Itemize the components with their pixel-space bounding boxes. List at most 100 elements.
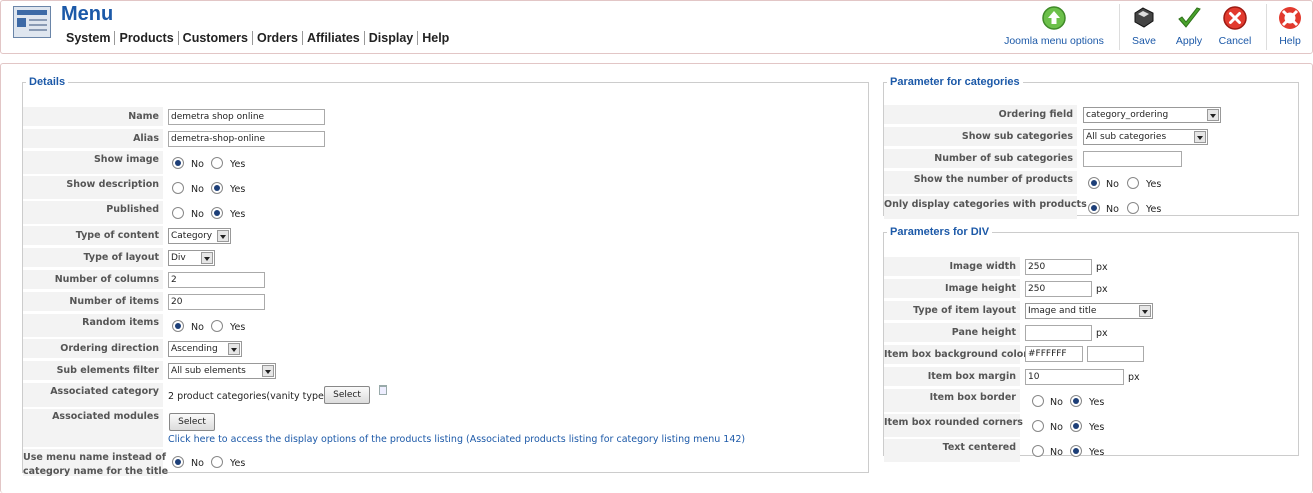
nav-products[interactable]: Products — [117, 31, 179, 45]
image-width-input[interactable]: 250 — [1025, 259, 1092, 275]
number-of-sub-categories-input[interactable] — [1083, 151, 1182, 167]
nav-display[interactable]: Display — [367, 31, 419, 45]
show-number-of-products-yes-radio[interactable] — [1127, 177, 1139, 189]
select-category-button[interactable]: Select — [324, 386, 370, 404]
associated-category-text: 2 product categories(vanity type) — [168, 391, 328, 402]
random-items-yes-label: Yes — [230, 322, 246, 333]
random-items-no-radio[interactable] — [172, 320, 184, 332]
chevron-down-icon — [228, 343, 240, 355]
show-image-no-radio[interactable] — [172, 157, 184, 169]
page-title: Menu — [61, 3, 114, 25]
published-row: Published No Yes — [23, 201, 863, 225]
show-sub-categories-select[interactable]: All sub categories — [1083, 129, 1208, 145]
item-box-margin-row: Item box margin 10 px — [884, 367, 1294, 387]
nav-system[interactable]: System — [64, 31, 116, 45]
item-box-border-no-radio[interactable] — [1032, 395, 1044, 407]
show-number-of-products-row: Show the number of products No Yes — [884, 171, 1294, 195]
joomla-menu-options-button[interactable]: Joomla menu options — [1001, 5, 1107, 47]
pane-height-unit: px — [1096, 328, 1108, 339]
item-box-bg-label: Item box background color — [884, 345, 1028, 365]
type-of-content-select[interactable]: Category — [168, 228, 231, 244]
associated-category-label: Associated category — [23, 383, 163, 408]
toolbar-header: Menu System Products Customers Orders Af… — [0, 0, 1313, 54]
apply-label: Apply — [1175, 35, 1203, 47]
number-of-sub-categories-label: Number of sub categories — [884, 149, 1077, 169]
trash-icon[interactable] — [379, 385, 387, 395]
pane-height-input[interactable] — [1025, 325, 1092, 341]
show-image-no-label: No — [191, 159, 204, 170]
show-number-of-products-no-radio[interactable] — [1088, 177, 1100, 189]
text-centered-no-radio[interactable] — [1032, 445, 1044, 457]
alias-input[interactable]: demetra-shop-online — [168, 131, 325, 147]
help-button[interactable]: Help — [1274, 5, 1306, 47]
chevron-down-icon — [1207, 109, 1219, 121]
number-of-columns-input[interactable]: 2 — [168, 272, 265, 288]
image-height-input[interactable]: 250 — [1025, 281, 1092, 297]
image-width-label: Image width — [884, 257, 1020, 277]
show-description-yes-radio[interactable] — [211, 182, 223, 194]
ordering-direction-select[interactable]: Ascending — [168, 341, 242, 357]
item-box-margin-label: Item box margin — [884, 367, 1020, 387]
number-of-columns-label: Number of columns — [23, 270, 163, 290]
cancel-button[interactable]: Cancel — [1215, 5, 1255, 47]
item-box-rounded-no-radio[interactable] — [1032, 420, 1044, 432]
image-width-unit: px — [1096, 262, 1108, 273]
type-of-layout-row: Type of layout Div — [23, 248, 863, 268]
published-no-radio[interactable] — [172, 207, 184, 219]
item-box-margin-input[interactable]: 10 — [1025, 369, 1124, 385]
select-modules-button[interactable]: Select — [169, 413, 215, 431]
apply-icon — [1178, 7, 1201, 28]
item-box-bg-color-picker[interactable] — [1087, 346, 1144, 362]
use-menu-name-yes-radio[interactable] — [211, 456, 223, 468]
only-display-with-products-label: Only display categories with products — [884, 196, 1087, 220]
name-input[interactable]: demetra shop online — [168, 109, 325, 125]
use-menu-name-no-radio[interactable] — [172, 456, 184, 468]
show-number-of-products-no-label: No — [1106, 179, 1119, 190]
item-box-border-yes-label: Yes — [1089, 397, 1105, 408]
use-menu-name-row: Use menu name instead of category name f… — [23, 449, 863, 477]
type-of-item-layout-select[interactable]: Image and title — [1025, 303, 1153, 319]
only-display-with-products-row: Only display categories with products No… — [884, 196, 1294, 220]
details-fieldset: Details Name demetra shop online Alias d… — [22, 76, 869, 477]
item-box-border-yes-radio[interactable] — [1070, 395, 1082, 407]
menu-manager-icon — [13, 6, 51, 38]
ordering-field-select[interactable]: category_ordering — [1083, 107, 1221, 123]
display-options-link[interactable]: Click here to access the display options… — [168, 434, 745, 445]
show-description-yes-label: Yes — [230, 184, 246, 195]
associated-modules-label: Associated modules — [23, 409, 163, 448]
use-menu-name-label-line-2: category name for the title — [23, 466, 169, 477]
type-of-content-label: Type of content — [23, 226, 163, 246]
main-nav: System Products Customers Orders Affilia… — [64, 31, 455, 45]
number-of-items-input[interactable]: 20 — [168, 294, 265, 310]
random-items-yes-radio[interactable] — [211, 320, 223, 332]
only-display-with-products-no-radio[interactable] — [1088, 202, 1100, 214]
alias-label: Alias — [23, 129, 163, 149]
image-height-row: Image height 250 px — [884, 279, 1294, 299]
published-yes-radio[interactable] — [211, 207, 223, 219]
apply-button[interactable]: Apply — [1171, 5, 1207, 47]
type-of-layout-select[interactable]: Div — [168, 250, 215, 266]
show-image-yes-radio[interactable] — [211, 157, 223, 169]
nav-help[interactable]: Help — [420, 31, 453, 45]
item-box-rounded-no-label: No — [1050, 422, 1063, 433]
show-description-label: Show description — [23, 176, 163, 200]
options-label: Joomla menu options — [1004, 35, 1104, 47]
nav-orders[interactable]: Orders — [255, 31, 303, 45]
text-centered-yes-radio[interactable] — [1070, 445, 1082, 457]
show-description-no-radio[interactable] — [172, 182, 184, 194]
nav-affiliates[interactable]: Affiliates — [305, 31, 365, 45]
chevron-down-icon — [1194, 131, 1206, 143]
item-box-rounded-yes-radio[interactable] — [1070, 420, 1082, 432]
help-label: Help — [1279, 35, 1301, 47]
only-display-with-products-yes-radio[interactable] — [1127, 202, 1139, 214]
nav-customers[interactable]: Customers — [181, 31, 253, 45]
use-menu-name-no-label: No — [191, 458, 204, 469]
chevron-down-icon — [1139, 305, 1151, 317]
item-box-bg-input[interactable]: #FFFFFF — [1025, 346, 1083, 362]
published-yes-label: Yes — [230, 209, 246, 220]
save-button[interactable]: Save — [1126, 5, 1162, 47]
ordering-direction-value: Ascending — [171, 344, 218, 354]
cancel-label: Cancel — [1218, 35, 1252, 47]
item-box-border-no-label: No — [1050, 397, 1063, 408]
sub-elements-filter-select[interactable]: All sub elements — [168, 363, 276, 379]
